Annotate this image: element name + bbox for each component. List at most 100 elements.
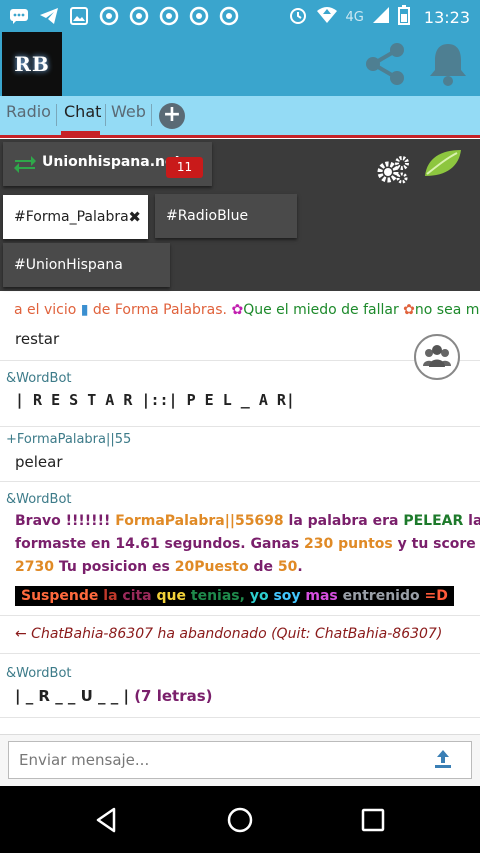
message-item: restar [0, 324, 480, 361]
text-span: y tu score es [397, 536, 480, 552]
message-list[interactable]: restar &WordBot | R E S T A R |::| P E L… [0, 324, 480, 734]
settings-gear-icon[interactable] [375, 154, 411, 186]
text-span: PELEAR [403, 513, 464, 529]
quit-notice: ← ChatBahia-86307 ha abandonado (Quit: C… [15, 626, 443, 642]
text-span: formaste en 14.61 segundos. Ganas [15, 536, 305, 552]
channel-label: #Forma_Palabra [14, 209, 129, 225]
rainbow-word: cita [122, 588, 157, 604]
server-button[interactable]: Unionhispana.net 11 [3, 142, 212, 186]
topic-part: a el vicio [14, 302, 81, 318]
message-item: &WordBot | R E S T A R |::| P E L _ A R| [0, 361, 480, 427]
message-line: formaste en 14.61 segundos. Ganas 230 pu… [15, 536, 480, 552]
channel-topic: a el vicio ▮ de Forma Palabras. ✿Que el … [0, 297, 480, 323]
notification-icons [8, 6, 240, 26]
unread-badge: 11 [166, 157, 203, 178]
switch-arrows-icon [13, 154, 37, 174]
telegram-icon [38, 6, 60, 26]
signal-icon [372, 6, 390, 28]
text-span: Tu posicion es [53, 559, 175, 575]
back-icon[interactable] [92, 805, 122, 835]
message-line: 2730 Tu posicion es 20Puesto de 50. [15, 559, 303, 575]
message-text: restar [15, 330, 60, 348]
message-nick: &WordBot [6, 666, 72, 681]
recents-icon[interactable] [358, 805, 388, 835]
bell-icon[interactable] [426, 40, 470, 88]
wifi-icon [316, 6, 338, 28]
system-nav-bar [0, 786, 480, 853]
close-icon[interactable]: ✖ [128, 195, 141, 239]
text-span: Bravo !!!!!!! [15, 513, 116, 529]
channel-tab-unionhispana[interactable]: #UnionHispana [3, 243, 170, 287]
tab-chat[interactable]: Chat [61, 96, 101, 135]
app-logo: RB [2, 32, 62, 96]
add-tab-button[interactable]: + [159, 103, 185, 129]
rainbow-word: =D [424, 588, 448, 604]
channel-tab-forma-palabra[interactable]: #Forma_Palabra ✖ [3, 195, 148, 239]
app-header: RB [0, 32, 480, 96]
message-line: | _ R _ _ U _ _ | (7 letras) [15, 687, 213, 705]
rainbow-word: que [156, 588, 191, 604]
message-nick: +FormaPalabra||55 [6, 432, 132, 447]
tab-radio[interactable]: Radio [6, 96, 51, 135]
message-nick: &WordBot [6, 492, 72, 507]
server-panel: Unionhispana.net 11 #Forma_Palabra ✖ #Ra… [0, 139, 480, 291]
tab-bar: Radio Chat Web + [0, 96, 480, 138]
phone-icon: ▮ [80, 302, 93, 318]
tab-divider [105, 104, 106, 126]
rainbow-word: la [103, 588, 123, 604]
channel-tab-radioblue[interactable]: #RadioBlue [155, 194, 297, 238]
battery-icon [397, 5, 410, 29]
tab-divider [151, 104, 152, 126]
system-icons: 4G 13:23 [288, 5, 470, 29]
rainbow-word: tenias, [190, 588, 250, 604]
chrome-icon [128, 6, 150, 26]
share-icon[interactable] [361, 40, 409, 88]
rainbow-message: Suspende la cita que tenias, yo soy mas … [15, 586, 454, 606]
text-span: | _ R _ _ U _ _ | [15, 687, 135, 705]
topic-part: no sea más fu [414, 302, 480, 318]
tab-divider [56, 104, 57, 126]
text-span: la palabra era [283, 513, 404, 529]
logo-text: RB [14, 52, 50, 76]
topic-part: Que el miedo de fallar [243, 302, 404, 318]
text-span: 50 [277, 559, 298, 575]
message-line: Bravo !!!!!!! FormaPalabra||55698 la pal… [15, 513, 480, 529]
message-item: &WordBot Bravo !!!!!!! FormaPalabra||556… [0, 482, 480, 616]
rainbow-word: soy [273, 588, 306, 604]
message-text: | R E S T A R |::| P E L _ A R| [15, 391, 295, 409]
message-text: pelear [15, 453, 63, 471]
text-span: 20Puesto [174, 559, 249, 575]
rainbow-word: entrenido [342, 588, 425, 604]
rainbow-word: mas [305, 588, 343, 604]
network-type: 4G [345, 9, 364, 25]
topic-part: de Forma Palabras. [92, 302, 232, 318]
text-span: . [297, 559, 303, 575]
message-composer [0, 734, 480, 786]
message-input[interactable] [8, 741, 472, 779]
chrome-icon [158, 6, 180, 26]
text-span: (7 letras) [134, 687, 213, 705]
flower-icon: ✿ [231, 302, 244, 318]
alarm-icon [288, 5, 308, 29]
upload-icon[interactable] [432, 748, 454, 770]
text-span: FormaPalabra||55698 [115, 513, 284, 529]
rainbow-word: yo [249, 588, 274, 604]
text-span: la [468, 513, 480, 529]
rainbow-word: Suspende [21, 588, 104, 604]
text-span: de [248, 559, 278, 575]
status-bar: 4G 13:23 [0, 0, 480, 32]
tab-web[interactable]: Web [111, 96, 146, 135]
chrome-icon [188, 6, 210, 26]
message-item: +FormaPalabra||55 pelear [0, 427, 480, 482]
text-span: 2730 [15, 559, 54, 575]
server-name: Unionhispana.net [42, 154, 182, 170]
message-nick: &WordBot [6, 371, 72, 386]
clock: 13:23 [423, 7, 470, 27]
leaf-icon[interactable] [423, 148, 463, 178]
gallery-icon [68, 6, 90, 26]
text-span: 230 puntos [304, 536, 393, 552]
message-item: ← ChatBahia-86307 ha abandonado (Quit: C… [0, 616, 480, 654]
flower-icon: ✿ [403, 302, 415, 318]
chrome-icon [98, 6, 120, 26]
home-icon[interactable] [225, 805, 255, 835]
